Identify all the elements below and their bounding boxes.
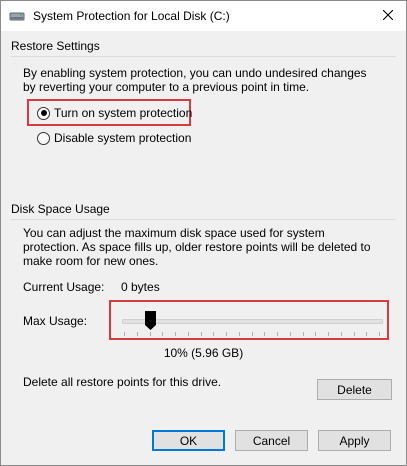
slider-tick — [124, 332, 125, 336]
slider-tick — [162, 332, 163, 336]
current-usage-label: Current Usage: — [23, 280, 105, 294]
disk-space-description: You can adjust the maximum disk space us… — [23, 226, 371, 268]
delete-description: Delete all restore points for this drive… — [23, 375, 222, 389]
disable-protection-radio[interactable]: Disable system protection — [37, 131, 191, 145]
close-icon — [382, 9, 394, 23]
radio-button[interactable] — [37, 106, 50, 120]
slider-tick — [354, 332, 355, 336]
slider-tick — [379, 332, 380, 336]
disk-space-divider — [11, 219, 396, 220]
slider-tick — [239, 332, 240, 336]
title-bar: System Protection for Local Disk (C:) — [1, 1, 406, 31]
drive-icon — [9, 8, 25, 24]
slider-tick — [366, 332, 367, 336]
ok-button[interactable]: OK — [152, 430, 225, 451]
slider-tick — [277, 332, 278, 336]
disk-space-usage-label: Disk Space Usage — [11, 202, 110, 216]
slider-tick — [213, 332, 214, 336]
max-usage-slider-thumb[interactable] — [145, 311, 156, 331]
slider-tick — [341, 332, 342, 336]
dialog-window: System Protection for Local Disk (C:) Re… — [0, 0, 407, 466]
turn-on-protection-label: Turn on system protection — [54, 106, 193, 120]
slider-tick — [201, 332, 202, 336]
slider-tick — [252, 332, 253, 336]
max-usage-label: Max Usage: — [23, 314, 88, 328]
max-usage-value: 10% (5.96 GB) — [163, 346, 244, 360]
restore-settings-description: By enabling system protection, you can u… — [23, 66, 367, 94]
restore-settings-label: Restore Settings — [11, 39, 100, 53]
slider-tick — [188, 332, 189, 336]
slider-tick — [290, 332, 291, 336]
disable-protection-label: Disable system protection — [54, 131, 192, 145]
slider-tick — [303, 332, 304, 336]
radio-button[interactable] — [37, 131, 50, 145]
slider-tick — [150, 332, 151, 336]
close-button[interactable] — [376, 4, 400, 28]
max-usage-slider-track[interactable] — [122, 319, 383, 324]
slider-tick — [175, 332, 176, 336]
apply-button[interactable]: Apply — [318, 430, 391, 451]
delete-button[interactable]: Delete — [317, 379, 392, 400]
cancel-button[interactable]: Cancel — [235, 430, 308, 451]
restore-settings-divider — [11, 56, 396, 57]
current-usage-value: 0 bytes — [121, 280, 160, 294]
turn-on-protection-radio[interactable]: Turn on system protection — [37, 106, 192, 120]
slider-tick — [264, 332, 265, 336]
window-title: System Protection for Local Disk (C:) — [33, 9, 230, 23]
slider-tick — [328, 332, 329, 336]
slider-tick — [226, 332, 227, 336]
slider-tick — [137, 332, 138, 336]
slider-tick — [315, 332, 316, 336]
